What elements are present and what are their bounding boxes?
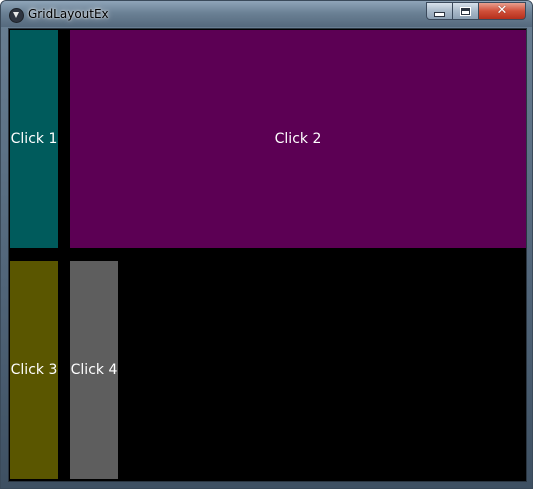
click-3-button[interactable]: Click 3: [10, 261, 58, 479]
close-button[interactable]: ✕: [478, 2, 526, 20]
title-bar[interactable]: GridLayoutEx ✕: [1, 1, 532, 27]
app-window: GridLayoutEx ✕ Click 1 Click 2 Click 3 C…: [0, 0, 533, 489]
window-title: GridLayoutEx: [28, 7, 109, 21]
close-icon: ✕: [496, 3, 508, 18]
minimize-button[interactable]: [426, 2, 453, 20]
click-2-button[interactable]: Click 2: [70, 30, 526, 248]
click-4-button[interactable]: Click 4: [70, 261, 118, 479]
click-1-button[interactable]: Click 1: [10, 30, 58, 248]
app-icon[interactable]: [9, 8, 24, 23]
maximize-button[interactable]: [452, 2, 479, 20]
maximize-icon: [460, 6, 471, 16]
minimize-icon: [434, 12, 445, 17]
grid-layout-area: Click 1 Click 2 Click 3 Click 4: [8, 28, 527, 482]
